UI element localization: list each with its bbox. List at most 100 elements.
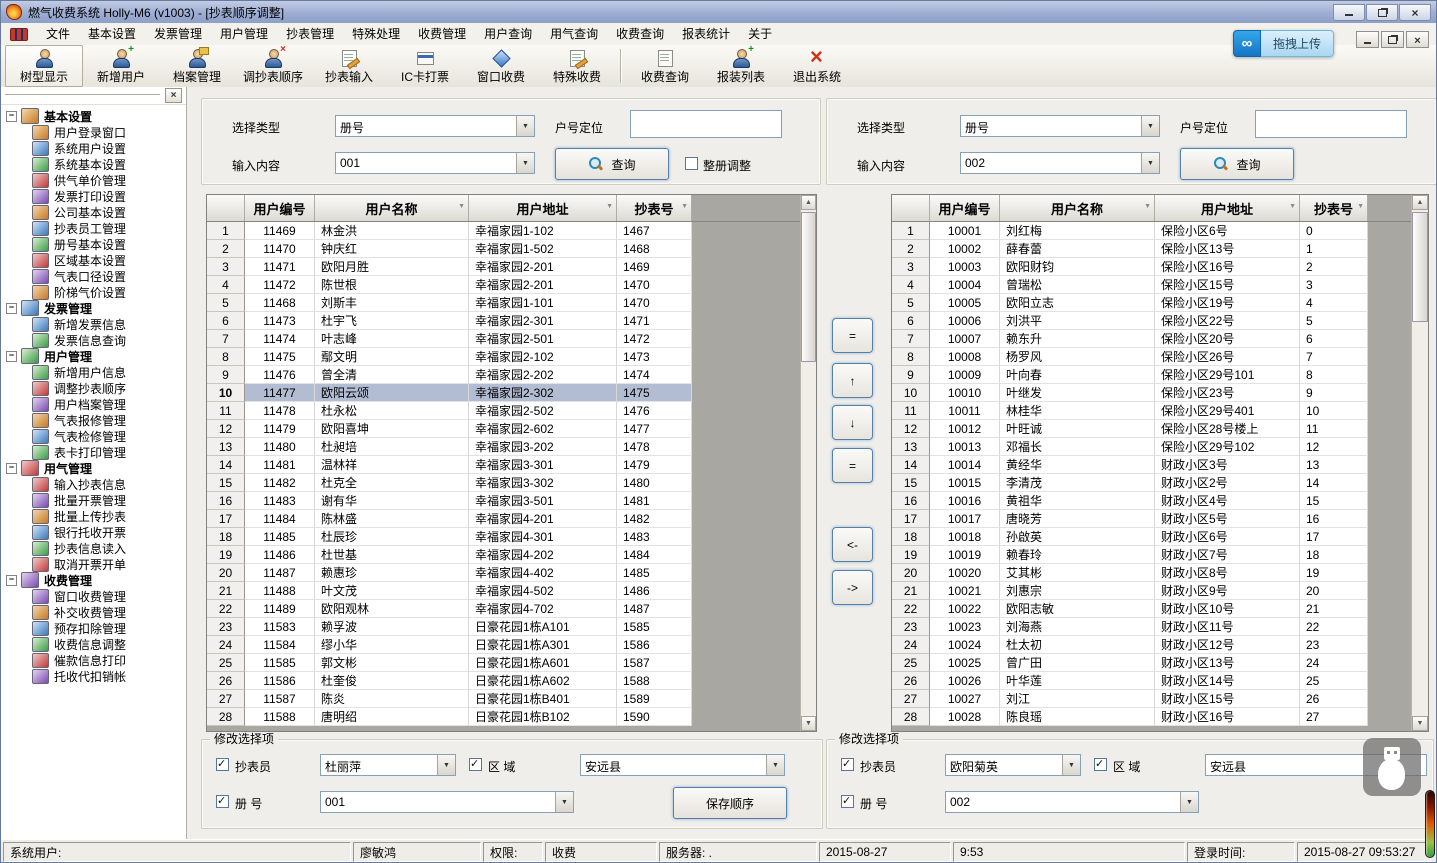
menu-item-5[interactable]: 特殊处理 — [343, 23, 409, 45]
table-row[interactable]: 1710017唐晓芳财政小区5号16 — [892, 510, 1412, 528]
right-reader-combo[interactable]: 欧阳菊英 — [945, 754, 1081, 776]
move-equal-top-button[interactable]: = — [832, 318, 873, 353]
book-checkbox[interactable] — [841, 795, 854, 808]
tree-item-2-1[interactable]: 调整抄表顺序 — [6, 380, 186, 396]
table-row[interactable]: 2311583赖孚波日豪花园1栋A1011585 — [207, 618, 801, 636]
table-row[interactable]: 2211489欧阳观林幸福家园4-7021487 — [207, 600, 801, 618]
toolbar-button-3[interactable]: ×调抄表顺序 — [235, 45, 311, 87]
table-row[interactable]: 211470钟庆红幸福家园1-5021468 — [207, 240, 801, 258]
tree-item-0-1[interactable]: 系统用户设置 — [6, 140, 186, 156]
right-type-combo[interactable]: 册号 — [960, 115, 1160, 137]
tree-item-3-4[interactable]: 抄表信息读入 — [6, 540, 186, 556]
column-header-1[interactable]: 用户名称 — [1000, 195, 1155, 221]
left-type-combo[interactable]: 册号 — [335, 115, 535, 137]
collapse-icon[interactable] — [6, 463, 17, 474]
combo-arrow-icon[interactable] — [555, 792, 573, 812]
table-row[interactable]: 1011477欧阳云颂幸福家园2-3021475 — [207, 384, 801, 402]
table-row[interactable]: 910009叶向春保险小区29号1018 — [892, 366, 1412, 384]
tree-item-3-3[interactable]: 银行托收开票 — [6, 524, 186, 540]
tree-group-2[interactable]: 用户管理 — [6, 348, 186, 364]
mdi-restore-button[interactable] — [1381, 31, 1404, 48]
toolbar-button-6[interactable]: 窗口收费 — [463, 45, 539, 87]
table-row[interactable]: 2111488叶文茂幸福家园4-5021486 — [207, 582, 801, 600]
collapse-icon[interactable] — [6, 575, 17, 586]
right-query-button[interactable]: 查询 — [1180, 148, 1294, 180]
table-row[interactable]: 2010020艾其彬财政小区8号19 — [892, 564, 1412, 582]
move-down-button[interactable]: ↓ — [832, 405, 873, 440]
minimize-button[interactable] — [1333, 4, 1365, 21]
table-row[interactable]: 2210022欧阳志敏财政小区10号21 — [892, 600, 1412, 618]
tree-item-0-8[interactable]: 区域基本设置 — [6, 252, 186, 268]
table-row[interactable]: 110001刘红梅保险小区6号0 — [892, 222, 1412, 240]
drag-upload-button[interactable]: 拖拽上传 — [1233, 30, 1334, 57]
tree-item-2-4[interactable]: 气表检修管理 — [6, 428, 186, 444]
table-row[interactable]: 511468刘斯丰幸福家园1-1011470 — [207, 294, 801, 312]
drag-grip[interactable] — [5, 94, 160, 98]
table-row[interactable]: 1310013邓福长保险小区29号10212 — [892, 438, 1412, 456]
move-equal-bottom-button[interactable]: = — [832, 448, 873, 483]
mdi-minimize-button[interactable] — [1356, 31, 1379, 48]
tree-item-4-3[interactable]: 收费信息调整 — [6, 636, 186, 652]
combo-arrow-icon[interactable] — [1141, 116, 1159, 136]
left-table-scrollbar[interactable] — [800, 195, 816, 731]
tree-item-3-2[interactable]: 批量上传抄表 — [6, 508, 186, 524]
column-header-3[interactable]: 抄表号 — [617, 195, 692, 221]
table-row[interactable]: 2610026叶华莲财政小区14号25 — [892, 672, 1412, 690]
table-row[interactable]: 1610016黄祖华财政小区4号15 — [892, 492, 1412, 510]
table-row[interactable]: 2810028陈良瑶财政小区16号27 — [892, 708, 1412, 726]
collapse-icon[interactable] — [6, 111, 17, 122]
table-row[interactable]: 2410024杜太初财政小区12号23 — [892, 636, 1412, 654]
restore-button[interactable] — [1366, 4, 1398, 21]
tree-item-3-0[interactable]: 输入抄表信息 — [6, 476, 186, 492]
column-header-2[interactable]: 用户地址 — [469, 195, 617, 221]
menu-item-11[interactable]: 关于 — [739, 23, 781, 45]
tree-item-0-4[interactable]: 发票打印设置 — [6, 188, 186, 204]
combo-arrow-icon[interactable] — [516, 153, 534, 173]
reader-checkbox[interactable] — [841, 758, 854, 771]
tree-item-0-6[interactable]: 抄表员工管理 — [6, 220, 186, 236]
scroll-up-icon[interactable] — [801, 195, 816, 210]
table-row[interactable]: 811475鄢文明幸福家园2-1021473 — [207, 348, 801, 366]
left-area-combo[interactable]: 安远县 — [580, 754, 785, 776]
menu-item-0[interactable]: 文件 — [37, 23, 79, 45]
table-row[interactable]: 1910019赖春玲财政小区7号18 — [892, 546, 1412, 564]
table-row[interactable]: 111469林金洪幸福家园1-1021467 — [207, 222, 801, 240]
table-row[interactable]: 1410014黄经华财政小区3号13 — [892, 456, 1412, 474]
tree-group-1[interactable]: 发票管理 — [6, 300, 186, 316]
table-row[interactable]: 610006刘洪平保险小区22号5 — [892, 312, 1412, 330]
menu-item-1[interactable]: 基本设置 — [79, 23, 145, 45]
table-row[interactable]: 2811588唐明绍日豪花园1栋B1021590 — [207, 708, 801, 726]
area-checkbox[interactable] — [1094, 758, 1107, 771]
menu-item-4[interactable]: 抄表管理 — [277, 23, 343, 45]
table-row[interactable]: 1010010叶继发保险小区23号9 — [892, 384, 1412, 402]
menu-item-3[interactable]: 用户管理 — [211, 23, 277, 45]
left-reader-combo[interactable]: 杜丽萍 — [320, 754, 456, 776]
table-row[interactable]: 1510015李清茂财政小区2号14 — [892, 474, 1412, 492]
left-query-button[interactable]: 查询 — [555, 148, 669, 180]
scroll-down-icon[interactable] — [1412, 716, 1428, 731]
tree-item-4-1[interactable]: 补交收费管理 — [6, 604, 186, 620]
table-row[interactable]: 1311480杜昶培幸福家园3-2021478 — [207, 438, 801, 456]
table-row[interactable]: 711474叶志峰幸福家园2-5011472 — [207, 330, 801, 348]
table-row[interactable]: 2310023刘海燕财政小区11号22 — [892, 618, 1412, 636]
table-row[interactable]: 1810018孙啟英财政小区6号17 — [892, 528, 1412, 546]
tree-item-0-5[interactable]: 公司基本设置 — [6, 204, 186, 220]
table-row[interactable]: 2511585郭文彬日豪花园1栋A6011587 — [207, 654, 801, 672]
toolbar-button-1[interactable]: +新增用户 — [83, 45, 159, 87]
table-row[interactable]: 810008杨罗风保险小区26号7 — [892, 348, 1412, 366]
move-right-button[interactable]: -> — [832, 570, 873, 605]
tree-item-0-2[interactable]: 系统基本设置 — [6, 156, 186, 172]
close-button[interactable] — [1399, 4, 1431, 21]
tree-item-2-5[interactable]: 表卡打印管理 — [6, 444, 186, 460]
toolbar-button-2[interactable]: 档案管理 — [159, 45, 235, 87]
table-row[interactable]: 2711587陈炎日豪花园1栋B4011589 — [207, 690, 801, 708]
whole-book-checkbox[interactable] — [685, 157, 698, 170]
combo-arrow-icon[interactable] — [1062, 755, 1080, 775]
scroll-thumb[interactable] — [801, 212, 816, 362]
tree-item-4-0[interactable]: 窗口收费管理 — [6, 588, 186, 604]
table-row[interactable]: 1210012叶旺诚保险小区28号楼上11 — [892, 420, 1412, 438]
toolbar-button-10[interactable]: 退出系统 — [779, 45, 855, 87]
scroll-down-icon[interactable] — [801, 716, 816, 731]
mdi-system-icon[interactable] — [10, 28, 28, 41]
tree-item-0-10[interactable]: 阶梯气价设置 — [6, 284, 186, 300]
